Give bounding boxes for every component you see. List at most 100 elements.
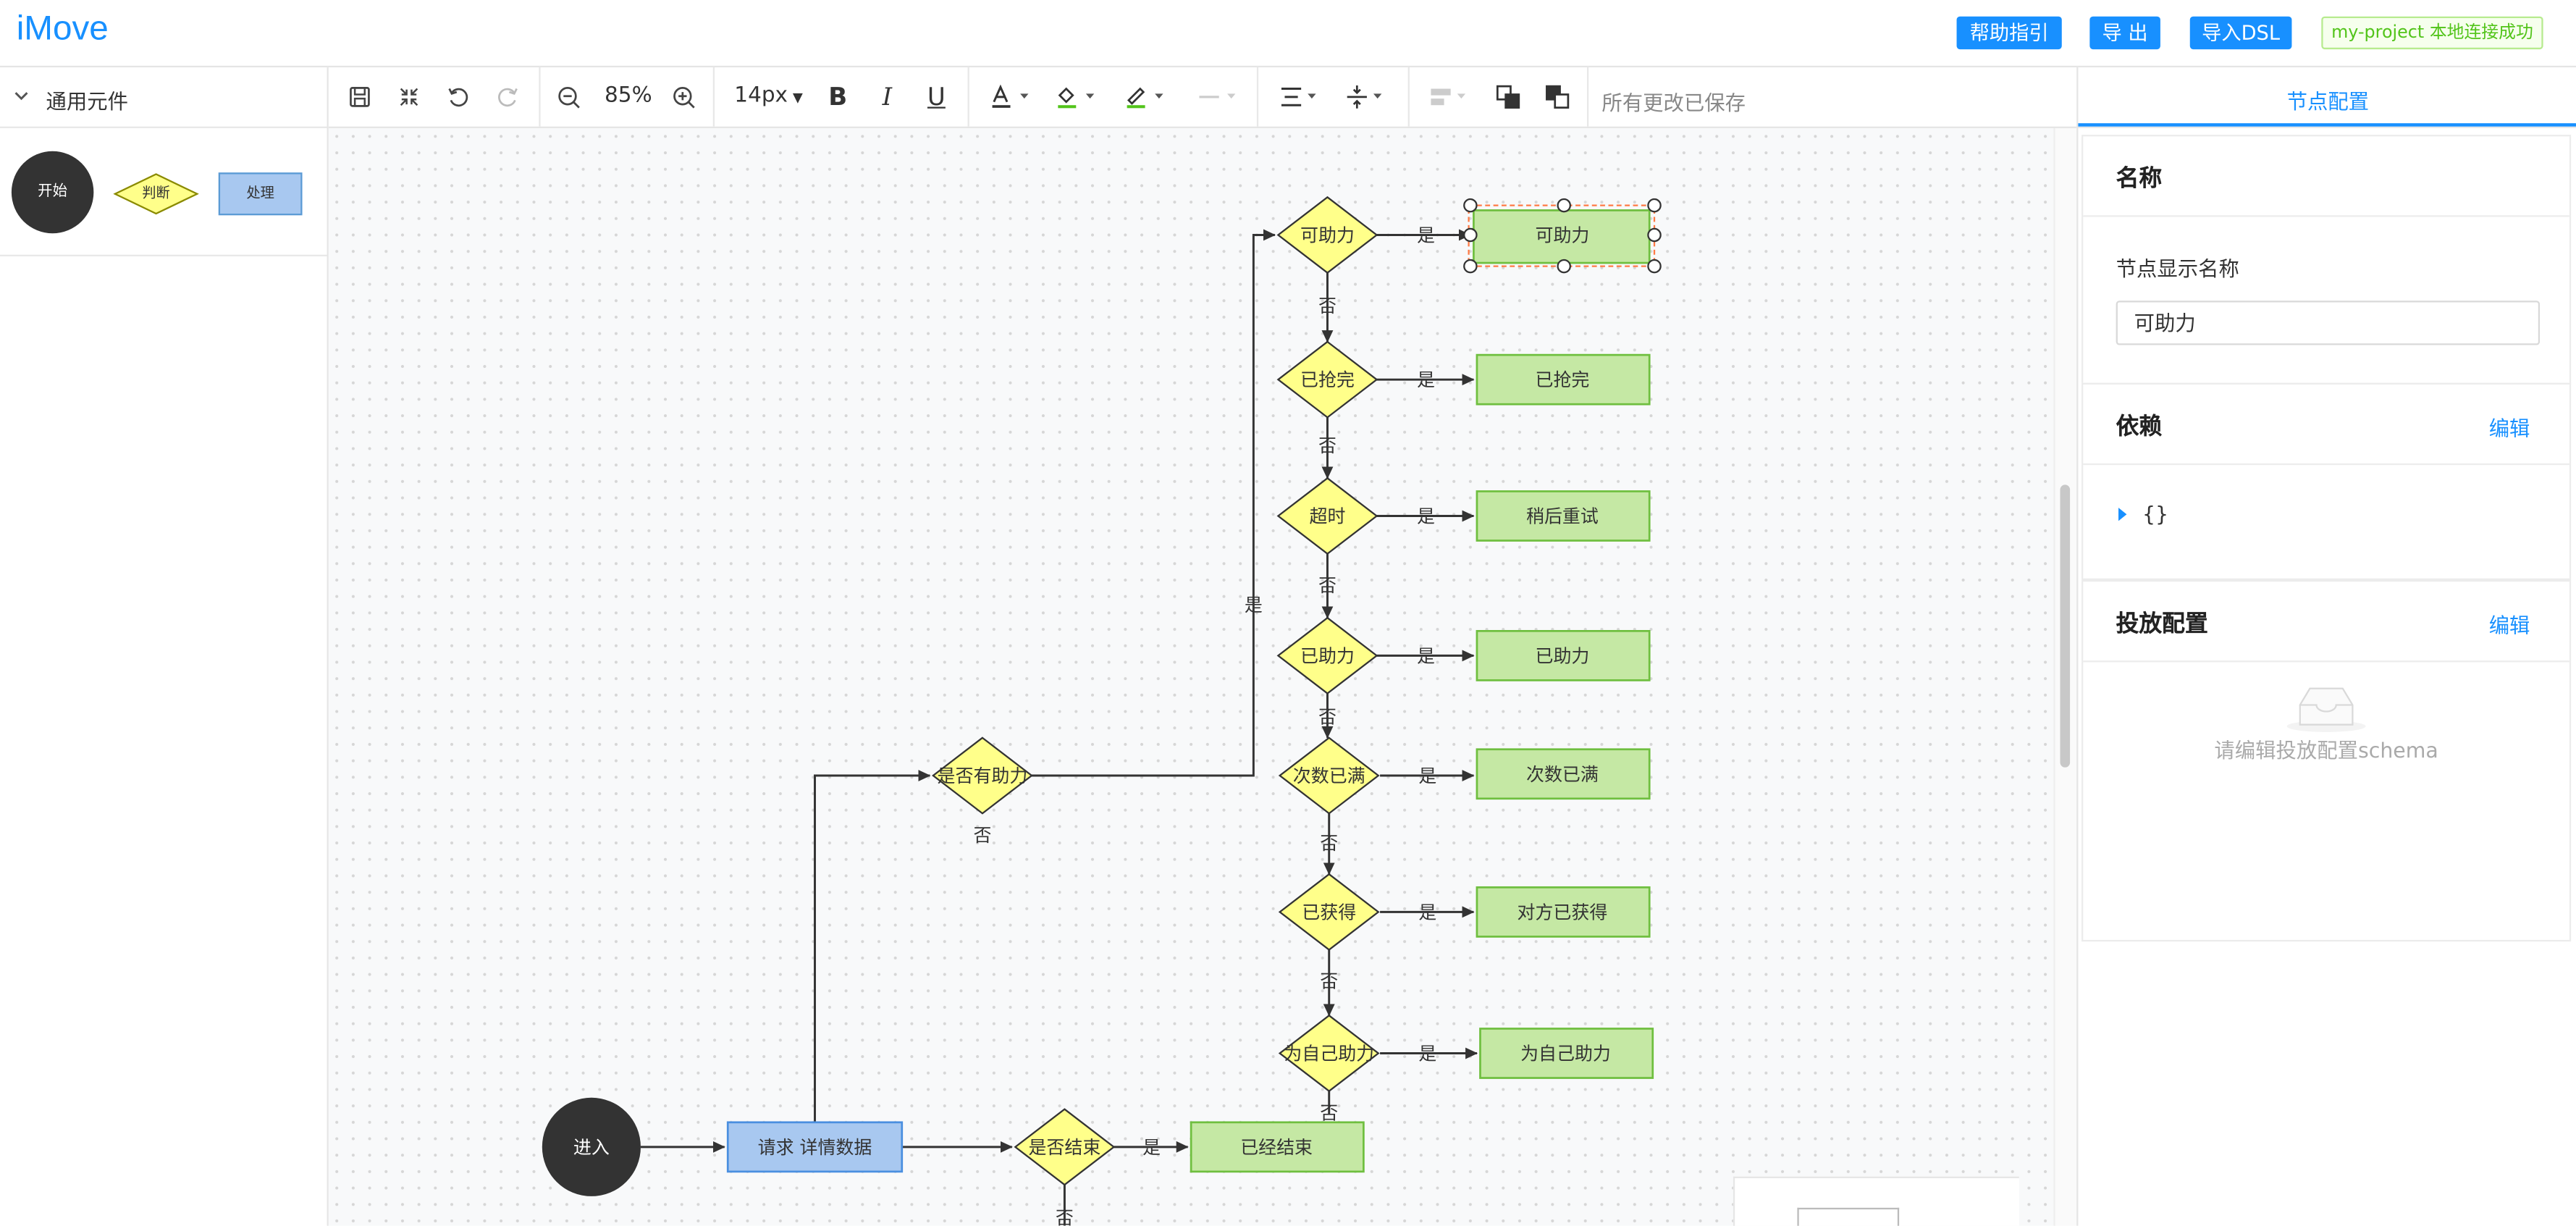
- node-full[interactable]: 次数已满: [1476, 748, 1651, 800]
- start-shape[interactable]: 开始: [11, 151, 94, 234]
- minimap-viewport[interactable]: [1797, 1207, 1900, 1226]
- placement-empty-text: 请编辑投放配置schema: [2214, 737, 2438, 763]
- dependency-edit-button[interactable]: 编辑: [2489, 411, 2530, 442]
- save-button[interactable]: [337, 67, 383, 127]
- bold-button[interactable]: B: [815, 67, 861, 127]
- component-group-header[interactable]: 通用元件: [0, 67, 327, 128]
- node-can-help-decision[interactable]: 可助力: [1276, 196, 1379, 274]
- undo-icon: [448, 88, 468, 107]
- minimap[interactable]: [1733, 1176, 2019, 1226]
- svg-text:已经结束: 已经结束: [1240, 1137, 1313, 1158]
- svg-text:为自己助力: 为自己助力: [1520, 1044, 1611, 1065]
- node-has-help[interactable]: 是否有助力: [932, 736, 1033, 815]
- send-to-back-button[interactable]: [1534, 67, 1580, 127]
- svg-text:已抢完: 已抢完: [1300, 369, 1355, 390]
- dependency-card: 依赖 编辑 {}: [2081, 382, 2572, 581]
- svg-text:进入: 进入: [573, 1137, 610, 1158]
- svg-text:次数已满: 次数已满: [1526, 764, 1599, 785]
- node-request[interactable]: 请求 详情数据: [726, 1121, 904, 1173]
- help-guide-button[interactable]: 帮助指引: [1956, 16, 2062, 50]
- node-can-help-selected[interactable]: 可助力: [1463, 198, 1662, 274]
- node-timeout-decision[interactable]: 超时: [1276, 476, 1379, 555]
- dependency-json-value: {}: [2142, 501, 2169, 526]
- node-helped-decision[interactable]: 已助力: [1276, 616, 1379, 695]
- fill-color-button[interactable]: [1048, 67, 1104, 127]
- svg-text:已助力: 已助力: [1300, 645, 1355, 666]
- tab-node-config-label: 节点配置: [2286, 88, 2370, 114]
- zoom-level: 85%: [605, 83, 652, 109]
- align-button[interactable]: [1271, 67, 1327, 127]
- svg-text:已助力: 已助力: [1536, 645, 1590, 666]
- send-to-back-icon: [1546, 85, 1570, 109]
- save-icon: [350, 87, 370, 107]
- font-size-value: 14px: [734, 83, 788, 109]
- edge-label-yes: 是: [1245, 595, 1263, 616]
- config-panel: 节点配置 名称 节点显示名称 可助力 依赖 编辑 {} 投放配置 编辑 请编辑投…: [2076, 67, 2576, 1226]
- italic-button[interactable]: I: [864, 67, 911, 127]
- line-style-button[interactable]: [1190, 67, 1245, 127]
- name-card-title: 名称: [2116, 166, 2163, 193]
- canvas-scrollbar-thumb[interactable]: [2060, 484, 2071, 768]
- placement-card: 投放配置 编辑 请编辑投放配置schema: [2081, 580, 2572, 942]
- undo-button[interactable]: [435, 67, 481, 127]
- edge-label-no: 否: [973, 825, 991, 846]
- edge-hashelp-canhelp[interactable]: [1032, 229, 1276, 777]
- font-size-select[interactable]: 14px ▼: [734, 84, 803, 109]
- svg-text:请求 详情数据: 请求 详情数据: [758, 1137, 872, 1158]
- bring-to-front-button[interactable]: [1485, 67, 1531, 127]
- vertical-align-button[interactable]: [1337, 67, 1393, 127]
- zoom-in-button[interactable]: [660, 67, 707, 127]
- export-button[interactable]: 导 出: [2089, 16, 2160, 50]
- distribute-button[interactable]: [1421, 67, 1477, 127]
- node-full-decision[interactable]: 次数已满: [1278, 736, 1380, 815]
- zoom-out-button[interactable]: [545, 67, 592, 127]
- node-helped[interactable]: 已助力: [1476, 629, 1651, 681]
- node-is-ended[interactable]: 是否结束: [1014, 1108, 1116, 1186]
- node-retry[interactable]: 稍后重试: [1476, 490, 1651, 542]
- fit-view-icon: [400, 88, 418, 106]
- node-display-name-label: 节点显示名称: [2116, 256, 2239, 282]
- border-color-button[interactable]: [1117, 67, 1173, 127]
- fit-view-button[interactable]: [386, 67, 432, 127]
- svg-text:已抢完: 已抢完: [1536, 369, 1590, 390]
- svg-text:次数已满: 次数已满: [1293, 765, 1365, 786]
- tab-active-indicator: [2078, 123, 2576, 127]
- node-got-decision[interactable]: 已获得: [1278, 873, 1380, 951]
- edge-label-yes: 是: [1142, 1137, 1161, 1158]
- node-enter[interactable]: 进入: [542, 1097, 641, 1196]
- svg-text:稍后重试: 稍后重试: [1526, 506, 1599, 527]
- edge-label-yes: 是: [1418, 902, 1436, 923]
- process-shape[interactable]: 处理: [218, 172, 303, 216]
- judge-shape-label: 判断: [142, 185, 170, 203]
- font-color-button[interactable]: [982, 67, 1038, 127]
- edge-label-yes: 是: [1417, 369, 1435, 390]
- import-dsl-button[interactable]: 导入DSL: [2189, 16, 2292, 50]
- node-ended[interactable]: 已经结束: [1190, 1121, 1365, 1173]
- edge-label-yes: 是: [1418, 765, 1436, 786]
- svg-text:是否有助力: 是否有助力: [938, 765, 1028, 786]
- component-group-title: 通用元件: [46, 88, 129, 114]
- align-center-icon: [1281, 88, 1316, 106]
- chevron-down-icon: [14, 92, 28, 101]
- zoom-out-icon: [557, 85, 579, 108]
- redo-button[interactable]: [484, 67, 531, 127]
- caret-right-icon[interactable]: [2116, 506, 2129, 523]
- edge-label-no: 否: [1320, 971, 1338, 992]
- node-taken-decision[interactable]: 已抢完: [1276, 340, 1379, 419]
- border-color-icon: [1127, 87, 1163, 109]
- tab-node-config[interactable]: 节点配置: [2078, 67, 2576, 128]
- node-self[interactable]: 为自己助力: [1479, 1028, 1654, 1079]
- flow-canvas[interactable]: 进入 请求 详情数据 是否结束 已经结束 是否有助力 可助力 已抢完 超时 已助…: [328, 127, 2077, 1226]
- edge-label-yes: 是: [1417, 645, 1435, 666]
- editor-toolbar: 85% 14px ▼ B I U 所有更改已保存: [328, 67, 2077, 128]
- node-self-decision[interactable]: 为自己助力: [1278, 1014, 1380, 1093]
- placement-edit-button[interactable]: 编辑: [2489, 608, 2530, 639]
- node-display-name-input[interactable]: 可助力: [2116, 301, 2541, 345]
- edge-request-hashelp[interactable]: [814, 770, 931, 1122]
- node-taken[interactable]: 已抢完: [1476, 353, 1651, 406]
- svg-text:已获得: 已获得: [1302, 902, 1356, 923]
- dependency-card-title: 依赖: [2116, 413, 2163, 441]
- name-card-header: 名称: [2083, 136, 2569, 217]
- underline-button[interactable]: U: [914, 67, 960, 127]
- node-got[interactable]: 对方已获得: [1476, 886, 1651, 938]
